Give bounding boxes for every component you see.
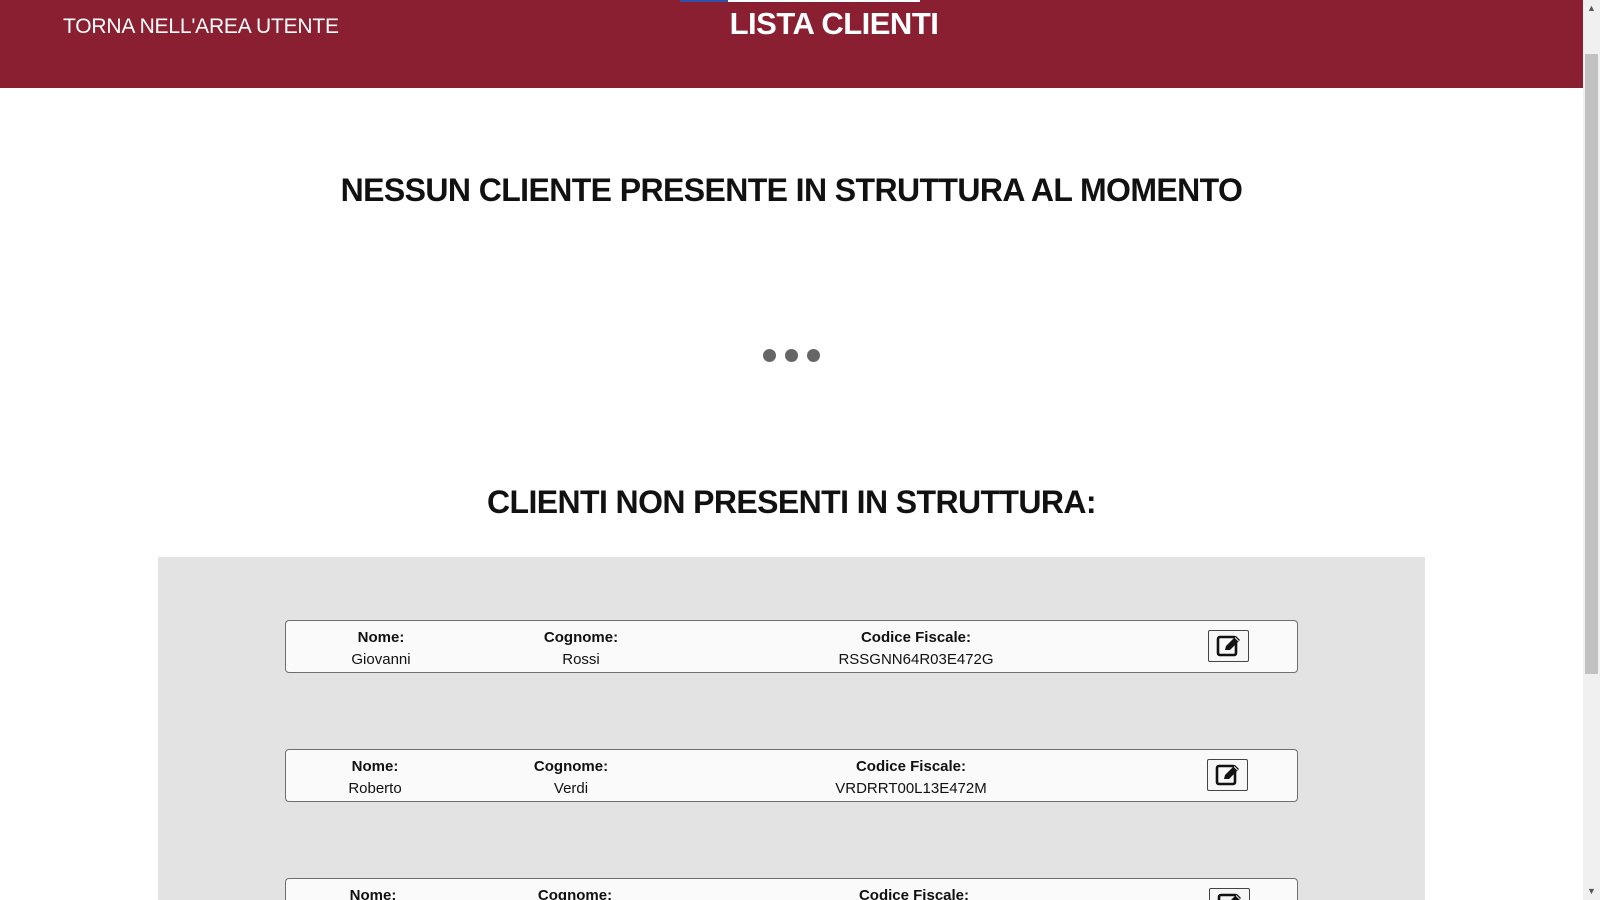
cognome-label: Cognome: — [543, 629, 619, 646]
client-cognome: Cognome: — [520, 885, 630, 900]
edit-client-button[interactable] — [1209, 888, 1250, 900]
client-codice-fiscale: Codice Fiscale: — [814, 885, 1014, 900]
scroll-up-arrow-icon[interactable]: ▲ — [1583, 0, 1600, 17]
codice-fiscale-value: VRDRRT00L13E472M — [835, 780, 987, 797]
cognome-label: Cognome: — [533, 758, 609, 775]
loading-indicator — [763, 349, 820, 362]
client-cognome: Cognome: Rossi — [526, 627, 636, 671]
client-nome: Nome: Giovanni — [326, 627, 436, 671]
scrollbar-thumb[interactable] — [1585, 54, 1598, 674]
edit-client-button[interactable] — [1207, 759, 1248, 791]
edit-icon — [1216, 635, 1240, 657]
client-cognome: Cognome: Verdi — [516, 756, 626, 800]
title-underline-accent — [680, 0, 728, 2]
vertical-scrollbar[interactable]: ▲ ▼ — [1583, 0, 1600, 900]
header-bar: TORNA NELL'AREA UTENTE LISTA CLIENTI — [0, 0, 1583, 88]
cognome-value: Rossi — [562, 651, 600, 668]
codice-fiscale-label: Codice Fiscale: — [855, 758, 967, 775]
loading-dot — [763, 349, 776, 362]
clients-list-panel: Nome: Giovanni Cognome: Rossi Codice Fis… — [158, 557, 1425, 900]
codice-fiscale-label: Codice Fiscale: — [858, 887, 970, 900]
page: TORNA NELL'AREA UTENTE LISTA CLIENTI NES… — [0, 0, 1583, 900]
client-nome: Nome: — [318, 885, 428, 900]
nome-value: Giovanni — [351, 651, 411, 668]
codice-fiscale-value: RSSGNN64R03E472G — [838, 651, 994, 668]
scroll-down-arrow-icon[interactable]: ▼ — [1583, 883, 1600, 900]
nome-value: Roberto — [348, 780, 402, 797]
nome-label: Nome: — [351, 758, 399, 775]
client-codice-fiscale: Codice Fiscale: RSSGNN64R03E472G — [816, 627, 1016, 671]
client-card: Nome: Cognome: Codice Fiscale: — [285, 878, 1298, 900]
section-title-clients-not-present: CLIENTI NON PRESENTI IN STRUTTURA: — [487, 484, 1097, 520]
codice-fiscale-label: Codice Fiscale: — [860, 629, 972, 646]
client-card: Nome: Giovanni Cognome: Rossi Codice Fis… — [285, 620, 1298, 673]
loading-dot — [785, 349, 798, 362]
no-clients-present-message: NESSUN CLIENTE PRESENTE IN STRUTTURA AL … — [340, 172, 1243, 208]
loading-dot — [807, 349, 820, 362]
client-codice-fiscale: Codice Fiscale: VRDRRT00L13E472M — [811, 756, 1011, 800]
edit-icon — [1215, 764, 1239, 786]
client-card: Nome: Roberto Cognome: Verdi Codice Fisc… — [285, 749, 1298, 802]
cognome-label: Cognome: — [537, 887, 613, 900]
client-nome: Nome: Roberto — [320, 756, 430, 800]
edit-client-button[interactable] — [1208, 630, 1249, 662]
edit-icon — [1217, 893, 1241, 900]
nome-label: Nome: — [357, 629, 405, 646]
cognome-value: Verdi — [553, 780, 589, 797]
nome-label: Nome: — [349, 887, 397, 900]
page-title: LISTA CLIENTI — [729, 6, 939, 41]
